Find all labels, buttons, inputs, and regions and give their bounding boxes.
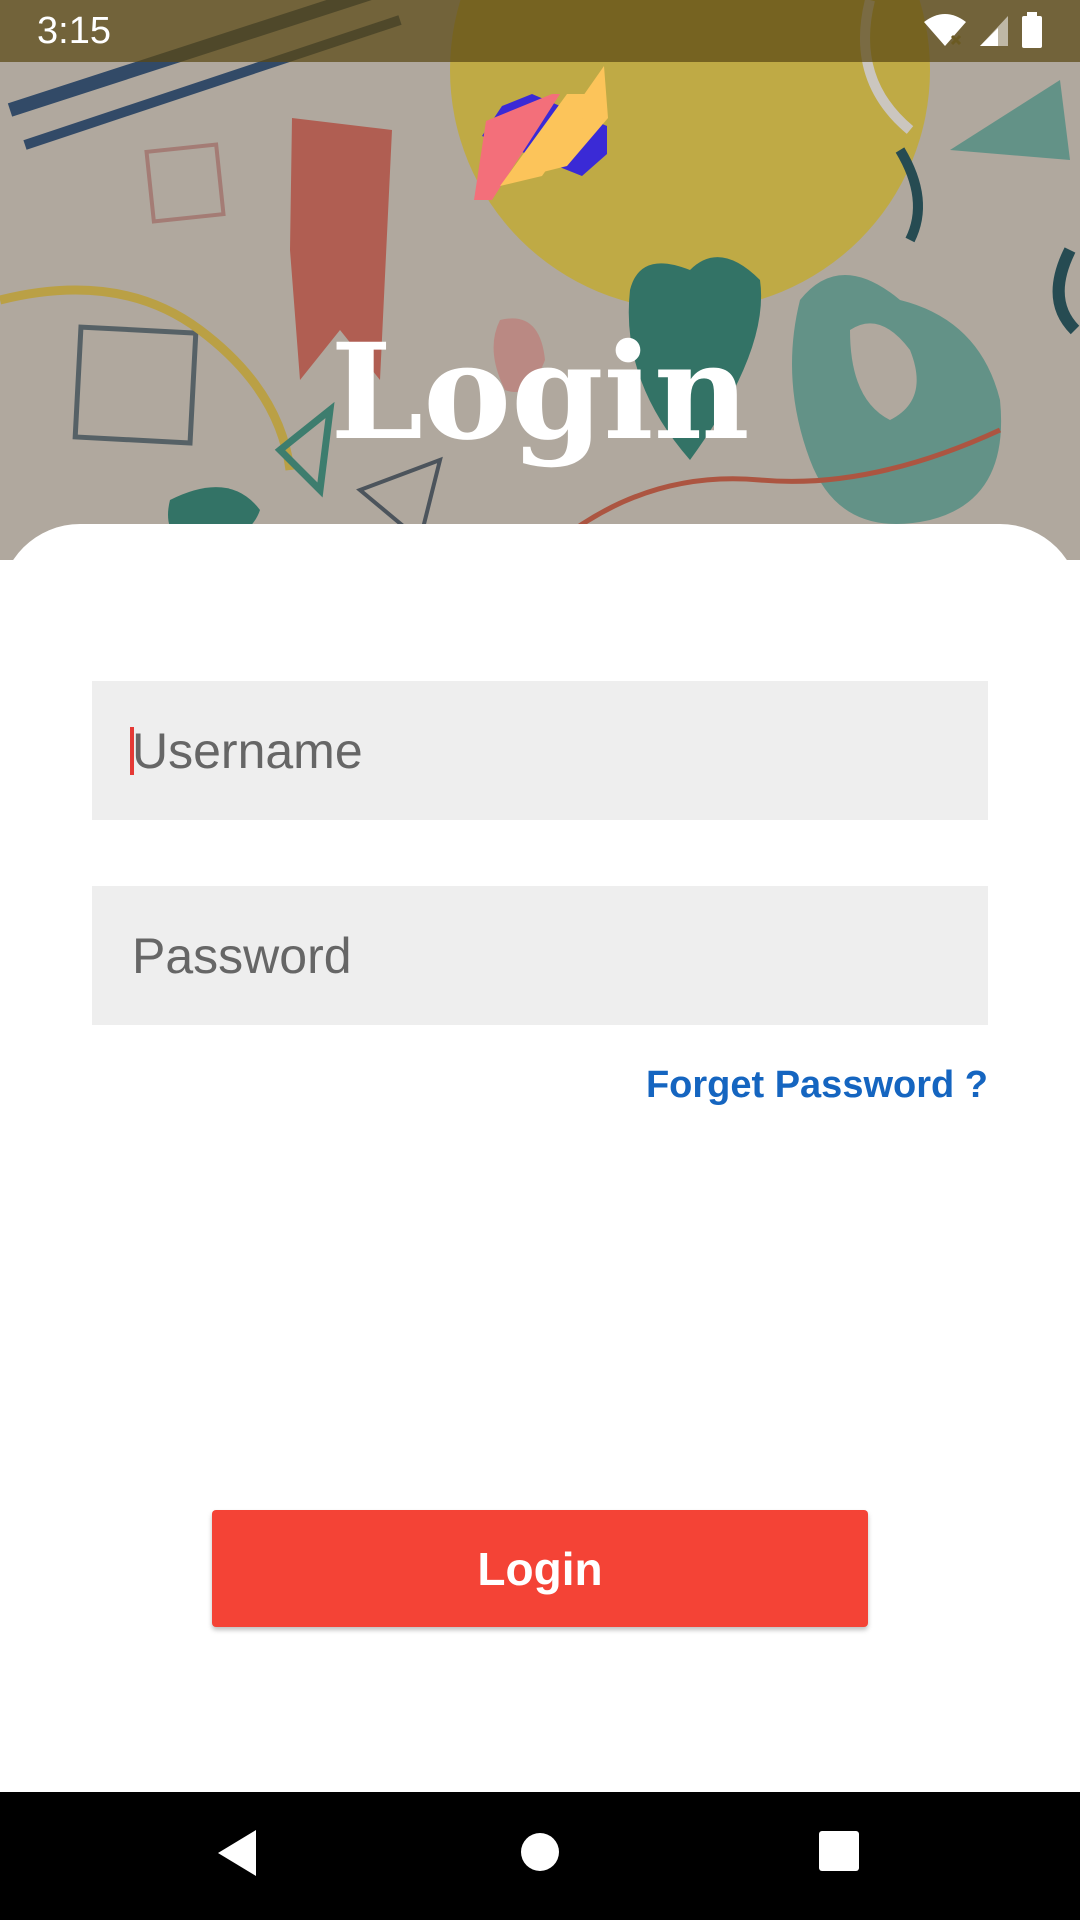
status-icons: [922, 12, 1044, 48]
status-bar: 3:15: [0, 0, 1080, 62]
username-field[interactable]: Username: [92, 681, 988, 820]
signal-icon: [980, 16, 1008, 46]
login-button[interactable]: Login: [212, 1510, 868, 1627]
wifi-icon: [924, 14, 966, 46]
username-placeholder: Username: [132, 722, 363, 779]
back-icon[interactable]: [216, 1828, 260, 1878]
text-cursor: [130, 727, 134, 775]
recents-icon[interactable]: [818, 1830, 860, 1872]
app-logo: [474, 66, 608, 200]
page-title: Login: [330, 315, 750, 470]
password-field[interactable]: Password: [92, 886, 988, 1025]
login-card: Username Password Forget Password ? Logi…: [0, 524, 1080, 1792]
password-placeholder: Password: [132, 927, 352, 984]
home-icon[interactable]: [520, 1832, 560, 1872]
navigation-bar: [0, 1792, 1080, 1920]
battery-icon: [1022, 12, 1042, 48]
status-time: 3:15: [37, 10, 111, 52]
forgot-password-link[interactable]: Forget Password ?: [646, 1064, 988, 1107]
